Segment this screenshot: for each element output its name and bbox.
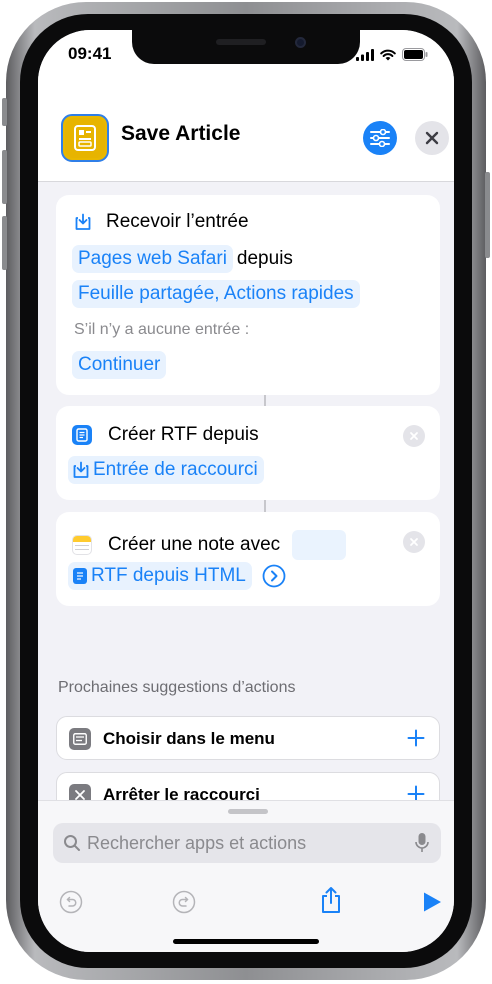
volume-down-button [2, 216, 7, 270]
action-title: Créer une note avec [108, 534, 281, 555]
note-content-row: RTF depuis HTML [68, 562, 286, 590]
input-type-token[interactable]: Pages web Safari [72, 245, 233, 273]
fallback-row: Continuer [72, 351, 167, 379]
home-indicator[interactable] [173, 939, 319, 944]
shortcut-input-token[interactable]: Entrée de raccourci [68, 456, 264, 484]
close-icon [410, 432, 418, 440]
input-type-row: Pages web Safari depuis [72, 245, 293, 273]
action-card-receive-input[interactable]: Recevoir l’entrée Pages web Safari depui… [56, 195, 440, 395]
add-suggestion-button[interactable] [403, 725, 429, 751]
battery-icon [402, 48, 428, 61]
undo-icon [59, 890, 83, 914]
note-folder-token[interactable] [292, 530, 347, 560]
connector-label: depuis [236, 248, 293, 269]
notch [132, 30, 360, 64]
token-label: Entrée de raccourci [93, 459, 258, 480]
fallback-token[interactable]: Continuer [72, 351, 167, 379]
menu-icon [69, 728, 91, 750]
source-row: Feuille partagée, Actions rapides [72, 280, 360, 308]
rtf-document-icon [72, 425, 92, 445]
rtf-variable-token[interactable]: RTF depuis HTML [68, 562, 252, 590]
fallback-label: S’il n’y a aucune entrée : [74, 321, 250, 338]
volume-up-button [2, 150, 7, 204]
search-field[interactable] [53, 823, 441, 863]
front-camera [295, 37, 306, 48]
receive-input-icon [75, 213, 91, 230]
phone-frame: 09:41 Save Article Recevoir l’entrée Pag… [2, 2, 490, 980]
action-search-sheet [38, 800, 454, 952]
receive-input-icon [73, 461, 89, 478]
remove-action-button[interactable] [403, 425, 425, 447]
shortcut-header: Save Article [38, 78, 454, 182]
speaker [216, 39, 266, 45]
redo-button[interactable] [171, 889, 197, 915]
screen: 09:41 Save Article Recevoir l’entrée Pag… [38, 30, 454, 952]
notes-icon [72, 535, 92, 555]
fallback-label-row: S’il n’y a aucune entrée : [74, 321, 249, 339]
shortcut-icon-button[interactable] [61, 114, 109, 162]
action-title-row: Créer RTF depuis [72, 424, 259, 446]
rtf-source-row: Entrée de raccourci [68, 456, 264, 484]
action-title: Créer RTF depuis [108, 424, 259, 445]
microphone-icon[interactable] [415, 832, 429, 854]
signal-icon [356, 48, 374, 61]
suggestions-title: Prochaines suggestions d’actions [58, 679, 296, 696]
source-token[interactable]: Feuille partagée, Actions rapides [72, 280, 360, 308]
action-card-create-rtf[interactable]: Créer RTF depuis Entrée de raccourci [56, 406, 440, 500]
share-button[interactable] [318, 885, 344, 915]
action-title: Recevoir l’entrée [106, 211, 249, 232]
remove-action-button[interactable] [403, 531, 425, 553]
action-connector [264, 395, 266, 406]
token-label: RTF depuis HTML [91, 565, 246, 586]
plus-icon [407, 729, 425, 747]
close-button[interactable] [415, 121, 449, 155]
status-icons [356, 48, 428, 61]
close-icon [425, 131, 439, 145]
page-title: Save Article [121, 122, 241, 145]
search-input[interactable] [87, 823, 397, 863]
rtf-document-icon [73, 568, 87, 584]
status-time: 09:41 [68, 44, 112, 63]
document-icon [65, 118, 105, 158]
action-card-create-note[interactable]: Créer une note avec RTF depuis HTML [56, 512, 440, 606]
action-title-row: Créer une note avec [72, 530, 347, 560]
shortcut-editor: Recevoir l’entrée Pages web Safari depui… [38, 182, 454, 816]
action-connector [264, 500, 266, 512]
settings-button[interactable] [363, 121, 397, 155]
sliders-icon [370, 129, 390, 147]
search-icon [64, 835, 80, 851]
redo-icon [172, 890, 196, 914]
close-icon [410, 538, 418, 546]
undo-button[interactable] [58, 889, 84, 915]
sheet-grabber[interactable] [228, 809, 268, 814]
bezel: 09:41 Save Article Recevoir l’entrée Pag… [20, 14, 472, 968]
share-icon [322, 887, 340, 913]
action-title-row: Recevoir l’entrée [74, 211, 249, 233]
wifi-icon [380, 49, 396, 60]
expand-chevron-icon[interactable] [262, 564, 286, 588]
suggestion-choose-from-menu[interactable]: Choisir dans le menu [56, 716, 440, 760]
side-button [485, 172, 490, 258]
suggestion-label: Choisir dans le menu [103, 729, 275, 748]
play-icon [424, 892, 441, 912]
silent-switch [2, 98, 7, 126]
run-button[interactable] [420, 889, 444, 915]
